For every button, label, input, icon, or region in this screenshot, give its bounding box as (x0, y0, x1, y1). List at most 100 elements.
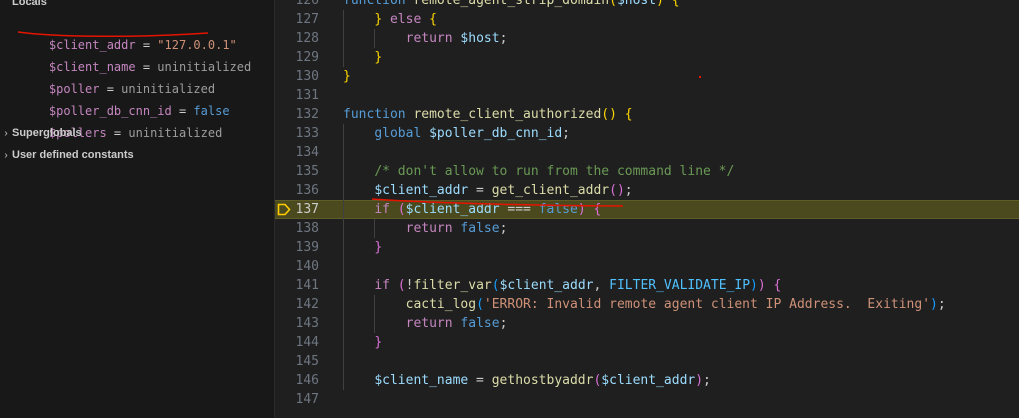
variables-panel: Locals $client_addr = "127.0.0.1" $clien… (0, 0, 275, 418)
code-line[interactable]: 130} (275, 67, 1019, 86)
code-line[interactable]: 142 cacti_log('ERROR: Invalid remote age… (275, 295, 1019, 314)
code-token: else (389, 12, 422, 27)
line-number[interactable]: 143 (275, 314, 319, 333)
code-line[interactable]: 140 (275, 257, 1019, 276)
variable-row[interactable]: $poller = uninitialized (20, 56, 215, 96)
code-token: { (429, 12, 437, 27)
code-text: return $host; (343, 29, 508, 48)
code-text: if (!filter_var($client_addr, FILTER_VAL… (343, 276, 781, 295)
code-line[interactable]: 127 } else { (275, 10, 1019, 29)
code-line[interactable]: 133 global $poller_db_cnn_id; (275, 124, 1019, 143)
code-token: return (405, 316, 453, 331)
code-text: return false; (343, 314, 508, 333)
code-line[interactable]: 126 function remote_agent_strip_domain($h… (275, 0, 1019, 10)
line-number[interactable]: 134 (275, 143, 319, 162)
code-text: if ($client_addr === false) { (343, 200, 601, 219)
line-number[interactable]: 142 (275, 295, 319, 314)
code-token: ; (703, 373, 711, 388)
code-line[interactable]: 144 } (275, 333, 1019, 352)
line-number[interactable]: 126 (275, 0, 319, 10)
variable-row[interactable]: $client_addr = "127.0.0.1" (20, 12, 237, 52)
code-line[interactable]: 137 if ($client_addr === false) { (275, 200, 1019, 219)
line-number[interactable]: 129 (275, 48, 319, 67)
line-number[interactable]: 136 (275, 181, 319, 200)
code-token: ( (491, 278, 500, 293)
code-token: ; (499, 31, 508, 46)
line-number[interactable]: 138 (275, 219, 319, 238)
code-line[interactable]: 145 (275, 352, 1019, 371)
code-line[interactable]: 134 (275, 143, 1019, 162)
code-token: ) (930, 297, 938, 312)
variable-row[interactable]: $poller_db_cnn_id = false (20, 78, 230, 118)
line-number[interactable]: 145 (275, 352, 319, 371)
code-line[interactable]: 141 if (!filter_var($client_addr, FILTER… (275, 276, 1019, 295)
line-number[interactable]: 133 (275, 124, 319, 143)
code-token: } (374, 50, 383, 65)
code-line[interactable]: 132 function remote_client_authorized() { (275, 105, 1019, 124)
code-token: if (374, 202, 390, 217)
variable-value: uninitialized (128, 126, 223, 140)
code-line[interactable]: 131 (275, 86, 1019, 105)
code-text: $client_addr = get_client_addr(); (343, 181, 632, 200)
indent-guide (343, 257, 344, 276)
code-line[interactable]: 135 /* don't allow to run from the comma… (275, 162, 1019, 181)
variable-row[interactable]: $client_name = uninitialized (20, 34, 251, 74)
code-line[interactable]: 129 } (275, 48, 1019, 67)
code-token: gethostbyaddr (491, 373, 594, 388)
code-token: $client_addr (499, 278, 594, 293)
code-line[interactable]: 146 $client_name = gethostbyaddr($client… (275, 371, 1019, 390)
line-number[interactable]: 140 (275, 257, 319, 276)
code-token: filter_var (413, 278, 492, 293)
line-number[interactable]: 146 (275, 371, 319, 390)
line-number[interactable]: 128 (275, 29, 319, 48)
code-token: $client_name (374, 373, 469, 388)
line-number[interactable]: 141 (275, 276, 319, 295)
code-line[interactable]: 139 } (275, 238, 1019, 257)
line-number[interactable]: 127 (275, 10, 319, 29)
code-line[interactable]: 143 return false; (275, 314, 1019, 333)
scope-superglobals[interactable]: › Superglobals (0, 122, 81, 144)
code-token: ) (757, 278, 766, 293)
code-token: } (374, 12, 383, 27)
code-token: ( (609, 0, 617, 8)
code-token: ) (750, 278, 758, 293)
line-number[interactable]: 144 (275, 333, 319, 352)
code-line[interactable]: 147 (275, 390, 1019, 409)
line-number[interactable]: 135 (275, 162, 319, 181)
code-token: function (343, 107, 414, 122)
indent-guide (343, 352, 344, 371)
scope-user-defined-constants[interactable]: › User defined constants (0, 144, 134, 166)
code-token: if (374, 278, 390, 293)
code-token: { (624, 107, 633, 122)
code-line[interactable]: 128 return $host; (275, 29, 1019, 48)
code-line[interactable]: 136 $client_addr = get_client_addr(); (275, 181, 1019, 200)
code-token: ; (499, 221, 508, 236)
code-text: cacti_log('ERROR: Invalid remote agent c… (343, 295, 946, 314)
line-number[interactable]: 139 (275, 238, 319, 257)
line-number[interactable]: 132 (275, 105, 319, 124)
code-text: function remote_client_authorized() { (343, 105, 633, 124)
variable-row[interactable]: $pollers = uninitialized (20, 100, 222, 140)
code-line[interactable]: 138 return false; (275, 219, 1019, 238)
line-number[interactable]: 130 (275, 67, 319, 86)
line-number[interactable]: 147 (275, 390, 319, 409)
code-token: () (601, 107, 617, 122)
code-token: $host (616, 0, 657, 8)
line-number[interactable]: 131 (275, 86, 319, 105)
locals-heading[interactable]: Locals (12, 0, 47, 10)
code-editor[interactable]: 126 function remote_agent_strip_domain($h… (275, 0, 1019, 418)
code-token: { (671, 0, 680, 8)
code-text: global $poller_db_cnn_id; (343, 124, 570, 143)
scope-label: User defined constants (12, 149, 134, 161)
code-token: ) (695, 373, 704, 388)
code-token: /* don't allow to run from the command l… (374, 164, 735, 179)
